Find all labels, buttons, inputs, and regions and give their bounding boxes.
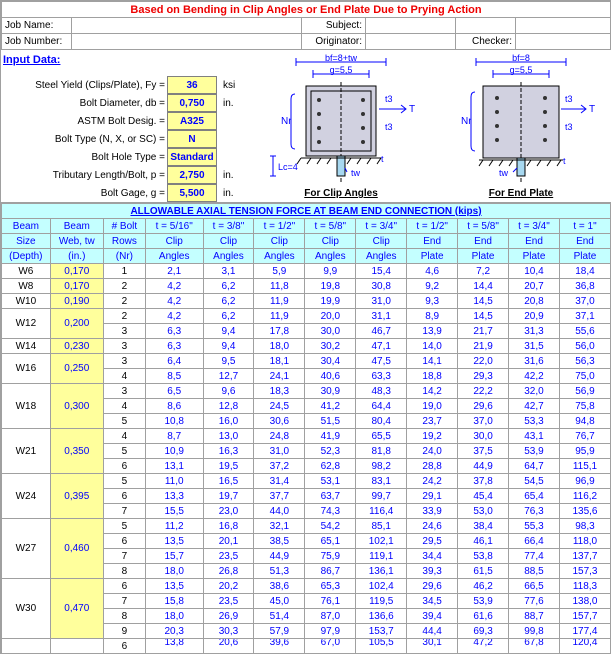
col-header: (Nr) bbox=[103, 249, 145, 264]
col-header: # Bolt bbox=[103, 219, 145, 234]
svg-text:t: t bbox=[381, 154, 384, 164]
svg-text:tw: tw bbox=[351, 168, 361, 178]
col-header: t = 1" bbox=[559, 219, 610, 234]
table-row: W80,17024,26,211,819,830,89,214,420,736,… bbox=[2, 279, 611, 294]
svg-text:g=5,5: g=5,5 bbox=[330, 65, 353, 75]
clip-caption: For Clip Angles bbox=[255, 184, 427, 199]
col-header: Clip bbox=[254, 234, 305, 249]
table-row: W210,35048,713,024,841,965,519,230,043,1… bbox=[2, 429, 611, 444]
job-number-label: Job Number: bbox=[2, 34, 72, 50]
table-row: W240,395511,016,531,453,183,124,237,854,… bbox=[2, 474, 611, 489]
col-header: Angles bbox=[145, 249, 203, 264]
table-row: W270,460511,216,832,154,285,124,638,455,… bbox=[2, 519, 611, 534]
plate-caption: For End Plate bbox=[435, 184, 607, 199]
col-header: Size bbox=[2, 234, 51, 249]
job-number-field[interactable] bbox=[72, 34, 302, 50]
allowable-force-table: ALLOWABLE AXIAL TENSION FORCE AT BEAM EN… bbox=[1, 203, 611, 654]
col-header: Clip bbox=[203, 234, 254, 249]
table-row: W300,470613,520,238,665,3102,429,646,266… bbox=[2, 579, 611, 594]
end-plate-diagram: bf=8 g=5,5 Nr T t3 t3 bbox=[441, 54, 601, 184]
svg-text:bf=8+tw: bf=8+tw bbox=[325, 54, 358, 63]
header-table: Based on Bending in Clip Angles or End P… bbox=[1, 1, 611, 50]
col-header: Clip bbox=[305, 234, 356, 249]
svg-text:t3: t3 bbox=[565, 122, 573, 132]
originator-label: Originator: bbox=[302, 34, 366, 50]
col-header: Angles bbox=[203, 249, 254, 264]
clip-angle-diagram: bf=8+tw g=5,5 Nr bbox=[261, 54, 421, 184]
g-unit: in. bbox=[219, 188, 249, 199]
col-header: t = 3/8" bbox=[203, 219, 254, 234]
col-header: t = 3/4" bbox=[356, 219, 407, 234]
p-input[interactable] bbox=[167, 166, 217, 184]
desig-input[interactable] bbox=[167, 112, 217, 130]
svg-text:t3: t3 bbox=[565, 94, 573, 104]
table-row: W180,30036,59,618,330,948,314,222,232,05… bbox=[2, 384, 611, 399]
svg-text:t3: t3 bbox=[385, 122, 393, 132]
col-header: t = 5/8" bbox=[305, 219, 356, 234]
db-label: Bolt Diameter, db = bbox=[5, 98, 165, 109]
table-row: W100,19024,26,211,919,931,09,314,520,837… bbox=[2, 294, 611, 309]
db-unit: in. bbox=[219, 98, 249, 109]
col-header: Angles bbox=[305, 249, 356, 264]
db-input[interactable] bbox=[167, 94, 217, 112]
col-header: Angles bbox=[356, 249, 407, 264]
col-header: (Depth) bbox=[2, 249, 51, 264]
col-header: Plate bbox=[559, 249, 610, 264]
fy-unit: ksi bbox=[219, 80, 249, 91]
job-name-label: Job Name: bbox=[2, 18, 72, 34]
page-title: Based on Bending in Clip Angles or End P… bbox=[2, 2, 611, 18]
p-unit: in. bbox=[219, 170, 249, 181]
col-header: Clip bbox=[145, 234, 203, 249]
col-header: t = 5/8" bbox=[458, 219, 509, 234]
checker-label: Checker: bbox=[456, 34, 516, 50]
hole-input[interactable] bbox=[167, 148, 217, 166]
col-header: Clip bbox=[356, 234, 407, 249]
fy-label: Steel Yield (Clips/Plate), Fy = bbox=[5, 80, 165, 91]
input-data-heading: Input Data: bbox=[1, 50, 251, 70]
table-title: ALLOWABLE AXIAL TENSION FORCE AT BEAM EN… bbox=[2, 204, 611, 219]
p-label: Tributary Length/Bolt, p = bbox=[5, 170, 165, 181]
col-header: End bbox=[458, 234, 509, 249]
col-header: t = 5/16" bbox=[145, 219, 203, 234]
svg-text:g=5,5: g=5,5 bbox=[510, 65, 533, 75]
col-header: t = 1/2" bbox=[407, 219, 458, 234]
col-header: End bbox=[509, 234, 560, 249]
col-header: Web, tw bbox=[50, 234, 103, 249]
col-header: Beam bbox=[2, 219, 51, 234]
col-header: t = 3/4" bbox=[509, 219, 560, 234]
desig-label: ASTM Bolt Desig. = bbox=[5, 116, 165, 127]
hole-label: Bolt Hole Type = bbox=[5, 152, 165, 163]
col-header: End bbox=[407, 234, 458, 249]
svg-text:T: T bbox=[409, 104, 415, 115]
col-header: (in.) bbox=[50, 249, 103, 264]
subject-field[interactable] bbox=[366, 18, 456, 34]
col-header: Rows bbox=[103, 234, 145, 249]
col-header: Angles bbox=[254, 249, 305, 264]
g-input[interactable] bbox=[167, 184, 217, 202]
g-label: Bolt Gage, g = bbox=[5, 188, 165, 199]
col-header: t = 1/2" bbox=[254, 219, 305, 234]
table-row: W60,17012,13,15,99,915,44,67,210,418,4 bbox=[2, 264, 611, 279]
checker-field[interactable] bbox=[516, 34, 611, 50]
svg-text:t3: t3 bbox=[385, 94, 393, 104]
fy-input[interactable] bbox=[167, 76, 217, 94]
type-label: Bolt Type (N, X, or SC) = bbox=[5, 134, 165, 145]
type-input[interactable] bbox=[167, 130, 217, 148]
svg-text:T: T bbox=[589, 104, 595, 115]
subject-label: Subject: bbox=[302, 18, 366, 34]
table-row: W160,25036,49,518,130,447,514,122,031,65… bbox=[2, 354, 611, 369]
col-header: Plate bbox=[509, 249, 560, 264]
svg-text:t: t bbox=[563, 156, 566, 166]
table-row: W120,20024,26,211,920,031,18,914,520,937… bbox=[2, 309, 611, 324]
col-header: Plate bbox=[407, 249, 458, 264]
svg-text:Lc=4: Lc=4 bbox=[278, 162, 298, 172]
originator-field[interactable] bbox=[366, 34, 456, 50]
col-header: End bbox=[559, 234, 610, 249]
svg-text:tw: tw bbox=[499, 168, 509, 178]
col-header: Beam bbox=[50, 219, 103, 234]
job-name-field[interactable] bbox=[72, 18, 302, 34]
svg-text:bf=8: bf=8 bbox=[512, 54, 530, 63]
table-row: W140,23036,39,418,030,247,114,021,931,55… bbox=[2, 339, 611, 354]
col-header: Plate bbox=[458, 249, 509, 264]
